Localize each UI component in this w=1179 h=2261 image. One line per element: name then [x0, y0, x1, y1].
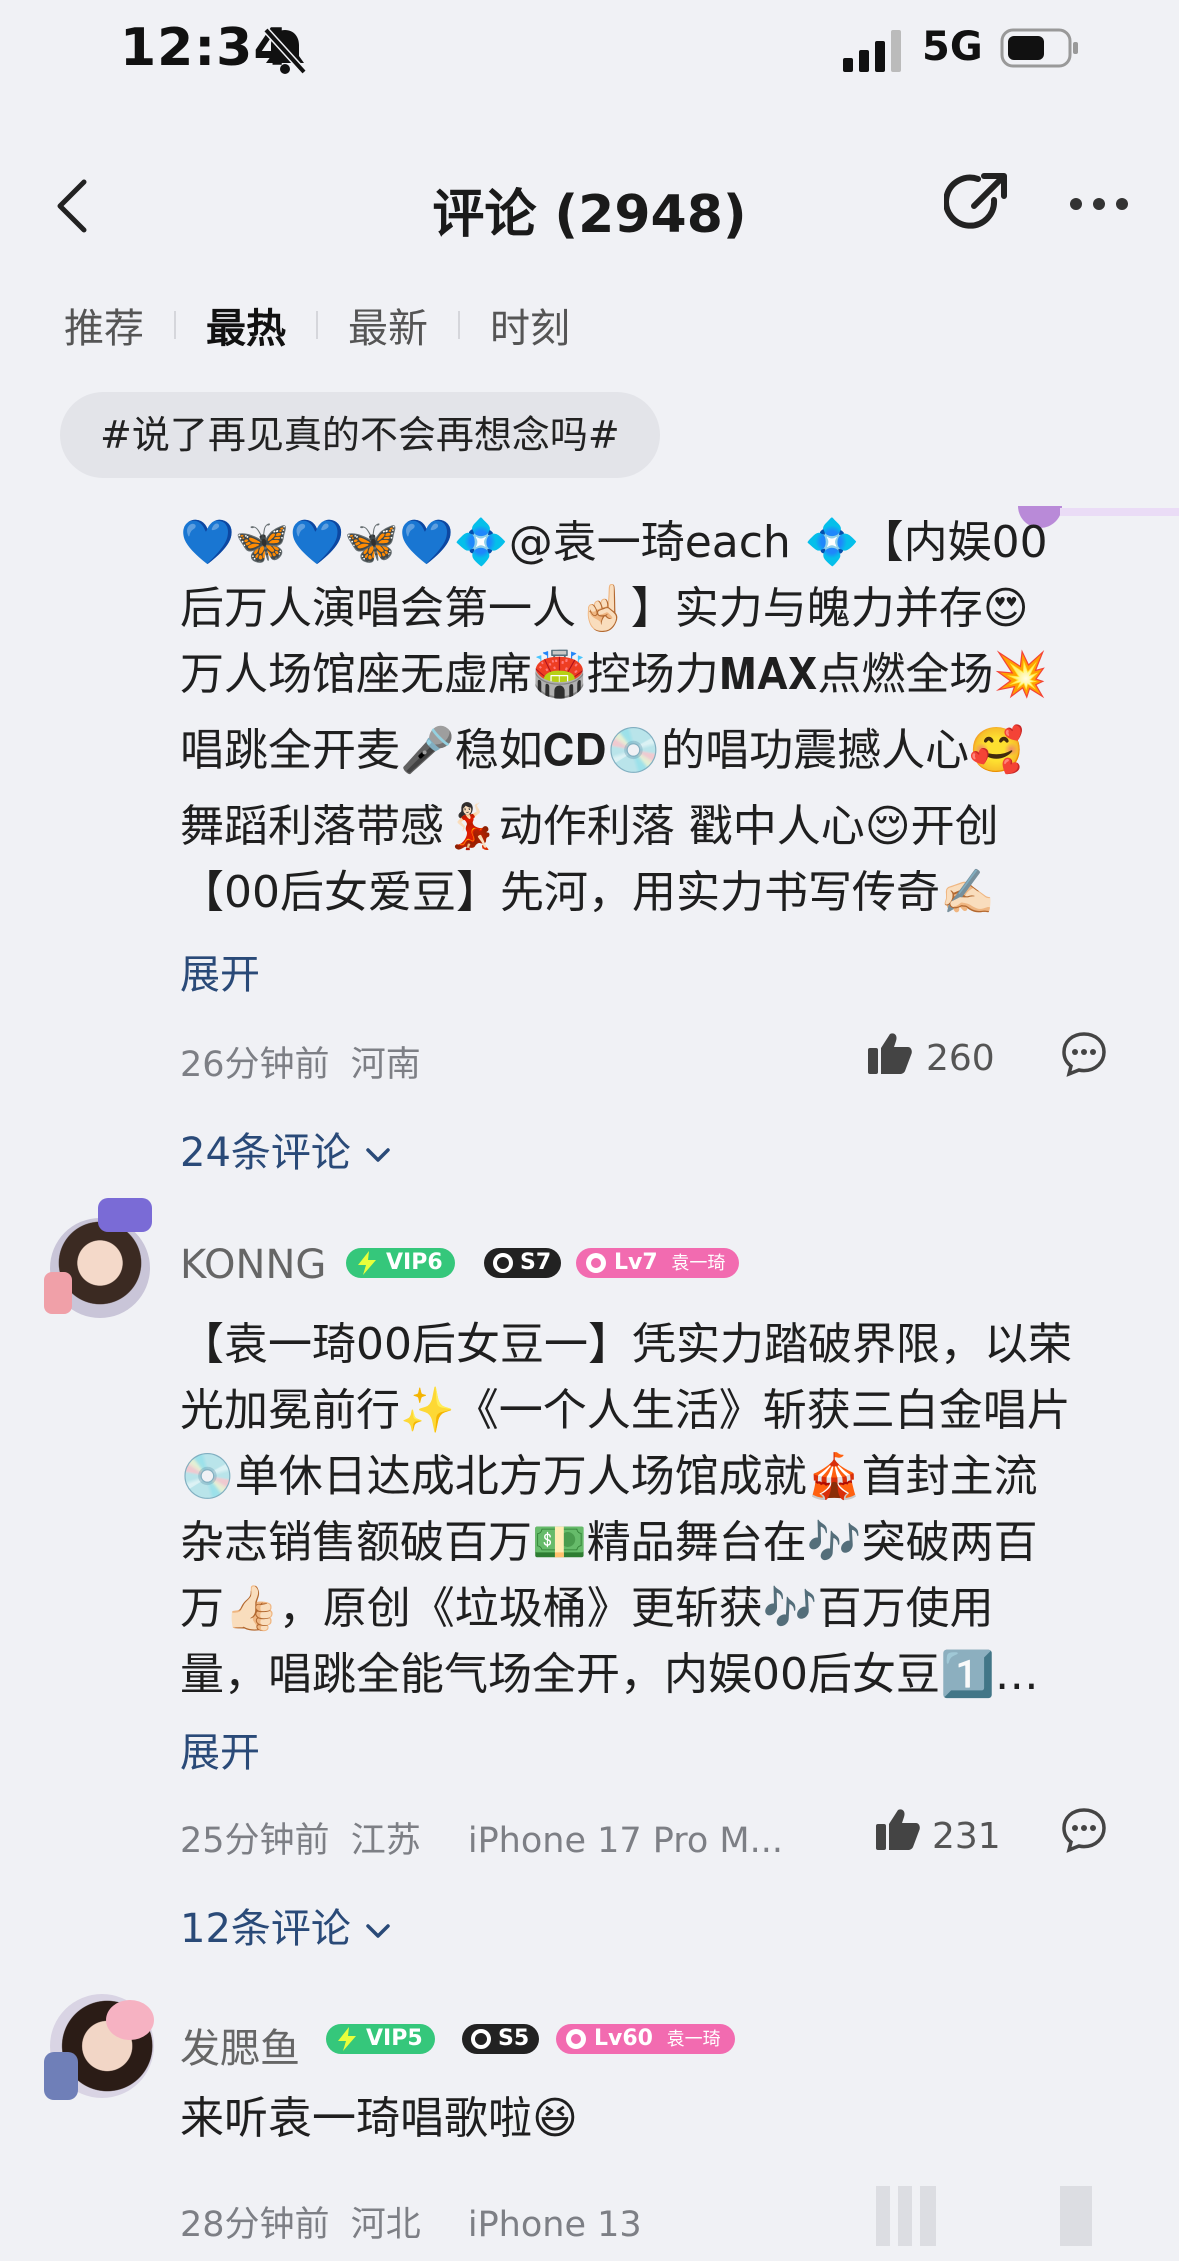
expand-link[interactable]: 展开: [180, 1720, 260, 1778]
network-label: 5G: [922, 24, 983, 70]
avatar-frame-decoration: [98, 1198, 152, 1232]
avatar-frame-decoration: [44, 1272, 72, 1314]
comment-line: 后万人演唱会第一人☝🏻】实力与魄力并存😍: [180, 583, 1029, 634]
battery-icon: [1000, 28, 1078, 68]
comment-meta: 28分钟前 河北 iPhone 13: [180, 2196, 642, 2247]
username[interactable]: 发腮鱼: [180, 2016, 300, 2074]
tab-moments[interactable]: 时刻: [486, 296, 574, 354]
tab-hottest[interactable]: 最热: [202, 296, 290, 354]
view-replies-link[interactable]: 12条评论: [180, 1896, 392, 1954]
ring-icon: [471, 2029, 491, 2049]
like-count: 231: [932, 1816, 1001, 1857]
comment-line: 万👍🏻，原创《垃圾桶》更斩获🎶百万使用: [180, 1583, 994, 1634]
comment-text: 来听袁一琦唱歌啦😆: [180, 2093, 578, 2144]
comment-device: iPhone 17 Pro M...: [467, 1821, 783, 1861]
lightning-icon: [358, 1251, 376, 1275]
vip-badge: VIP5: [326, 2024, 435, 2054]
avatar-frame-decoration: [44, 2052, 78, 2100]
view-replies-link[interactable]: 24条评论: [180, 1120, 392, 1178]
chevron-down-icon: [365, 1924, 390, 1938]
comment-line: 💙🦋💙🦋💙💠@袁一琦each 💠【内娱00: [180, 517, 1048, 568]
tab-latest[interactable]: 最新: [344, 296, 432, 354]
comment-line: 【袁一琦00后女豆一】凭实力踏破界限，以荣: [180, 1319, 1072, 1370]
fan-tag: 袁一琦: [671, 1253, 726, 1274]
reply-bubble-icon[interactable]: [1060, 2186, 1092, 2246]
reply-bubble-icon[interactable]: [1060, 1030, 1108, 1078]
fan-level-badge: Lv7 袁一琦: [576, 1248, 740, 1278]
comment-time: 25分钟前: [180, 1821, 330, 1861]
tab-divider: [316, 311, 318, 339]
signal-icon: [843, 30, 901, 72]
comment-meta: 26分钟前 河南: [180, 1036, 421, 1087]
reply-bubble-icon[interactable]: [1060, 1806, 1108, 1854]
username[interactable]: KONNG: [180, 1242, 326, 1288]
silent-bell-icon: [263, 27, 307, 75]
comment-device: iPhone 13: [467, 2205, 642, 2245]
replies-count: 24条评论: [180, 1130, 351, 1176]
comment-text: 💙🦋💙🦋💙💠@袁一琦each 💠【内娱00 后万人演唱会第一人☝🏻】实力与魄力并…: [180, 510, 1100, 926]
comment-line: 杂志销售额破百万💵精品舞台在🎶突破两百: [180, 1517, 1038, 1568]
comment-line: 💿单休日达成北方万人场馆成就🎪首封主流: [180, 1451, 1038, 1502]
tab-divider: [174, 311, 176, 339]
comment-line: 量，唱跳全能气场全开，内娱00后女豆1️⃣…: [180, 1649, 1039, 1700]
chevron-down-icon: [365, 1148, 390, 1162]
vip-badge: VIP6: [346, 1248, 455, 1278]
comment-line: 舞蹈利落带感💃🏻动作利落 戳中人心😌开创: [180, 801, 999, 852]
tab-divider: [458, 311, 460, 339]
vip-label: VIP6: [386, 1250, 443, 1275]
level-label: Lv60: [594, 2026, 653, 2051]
replies-count: 12条评论: [180, 1906, 351, 1952]
like-count: 260: [926, 1038, 995, 1079]
ring-icon: [493, 1253, 513, 1273]
flower-icon: [586, 1253, 606, 1273]
comment-line: 【00后女爱豆】先河，用实力书写传奇✍🏻: [180, 867, 995, 918]
share-icon[interactable]: [944, 170, 1010, 236]
tab-recommend[interactable]: 推荐: [60, 296, 148, 354]
like-thumb-icon[interactable]: [876, 2186, 936, 2246]
flower-icon: [566, 2029, 586, 2049]
fan-level-badge: Lv60 袁一琦: [556, 2024, 735, 2054]
comment-location: 河南: [350, 1045, 421, 1085]
sort-tabs: 推荐 最热 最新 时刻: [60, 296, 574, 354]
like-thumb-icon[interactable]: [868, 1032, 912, 1074]
s-badge-label: S7: [520, 1250, 552, 1275]
like-thumb-icon[interactable]: [876, 1808, 920, 1850]
s-badge-label: S5: [498, 2026, 530, 2051]
level-label: Lv7: [614, 1250, 658, 1275]
topic-hashtag[interactable]: #说了再见真的不会再想念吗#: [60, 392, 660, 478]
s-badge: S7: [484, 1248, 562, 1278]
vip-label: VIP5: [366, 2026, 423, 2051]
more-options-icon[interactable]: [1068, 196, 1130, 212]
comment-line: 万人场馆座无虚席🏟️控场力𝐌𝐀𝐗点燃全场💥: [180, 649, 1049, 700]
comment-location: 江苏: [350, 1821, 421, 1861]
comment-time: 26分钟前: [180, 1045, 330, 1085]
avatar-frame-decoration: [106, 2000, 154, 2040]
comment-line: 光加冕前行✨《一个人生活》斩获三白金唱片: [180, 1385, 1071, 1436]
lightning-icon: [338, 2027, 356, 2051]
comment-location: 河北: [350, 2205, 421, 2245]
fan-tag: 袁一琦: [666, 2029, 721, 2050]
expand-link[interactable]: 展开: [180, 942, 260, 1000]
comment-text: 【袁一琦00后女豆一】凭实力踏破界限，以荣 光加冕前行✨《一个人生活》斩获三白金…: [180, 1312, 1100, 1708]
comment-meta: 25分钟前 江苏 iPhone 17 Pro M...: [180, 1812, 783, 1863]
s-badge: S5: [462, 2024, 540, 2054]
comment-line: 唱跳全开麦🎤稳如𝐂𝐃💿的唱功震撼人心🥰: [180, 725, 1024, 776]
comment-time: 28分钟前: [180, 2205, 330, 2245]
